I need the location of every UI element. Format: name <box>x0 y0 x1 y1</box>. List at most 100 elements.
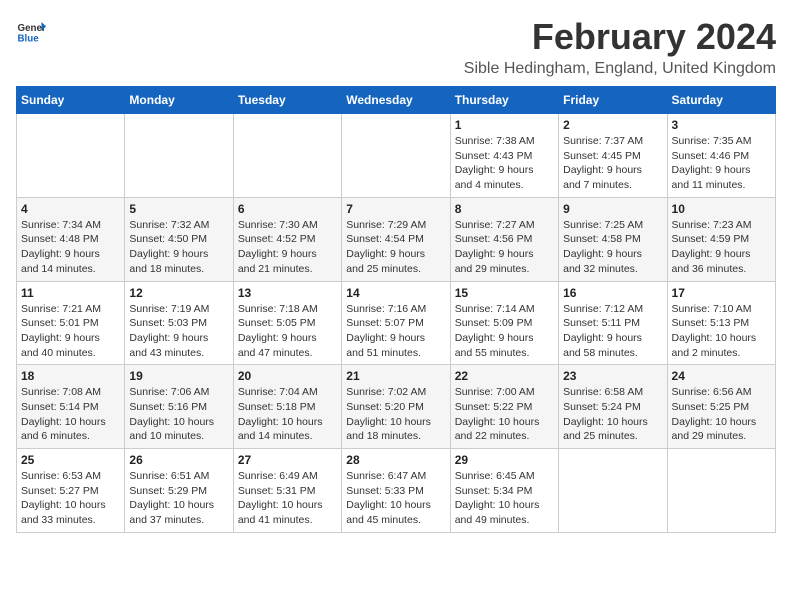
calendar-cell: 27 Sunrise: 6:49 AM Sunset: 5:31 PM Dayli… <box>233 449 341 533</box>
day-number: 11 <box>21 286 120 300</box>
day-number: 9 <box>563 202 662 216</box>
day-number: 13 <box>238 286 337 300</box>
calendar-cell: 24 Sunrise: 6:56 AM Sunset: 5:25 PM Dayli… <box>667 365 775 449</box>
calendar-cell: 21 Sunrise: 7:02 AM Sunset: 5:20 PM Dayli… <box>342 365 450 449</box>
calendar-week-row: 25Sunrise: 6:53 AM Sunset: 5:27 PM Dayli… <box>17 449 776 533</box>
title-section: February 2024 Sible Hedingham, England, … <box>464 16 776 78</box>
calendar-cell: 3 Sunrise: 7:35 AM Sunset: 4:46 PM Daylig… <box>667 114 775 198</box>
calendar-cell <box>233 114 341 198</box>
day-info: Sunrise: 7:06 AM Sunset: 5:16 PM Dayligh… <box>129 385 228 444</box>
calendar-cell: 4 Sunrise: 7:34 AM Sunset: 4:48 PM Daylig… <box>17 197 125 281</box>
day-number: 27 <box>238 453 337 467</box>
calendar-cell <box>667 449 775 533</box>
header-saturday: Saturday <box>667 87 775 114</box>
calendar-cell <box>125 114 233 198</box>
day-info: Sunrise: 7:19 AM Sunset: 5:03 PM Dayligh… <box>129 302 228 361</box>
calendar-cell: 19Sunrise: 7:06 AM Sunset: 5:16 PM Dayli… <box>125 365 233 449</box>
calendar-week-row: 11 Sunrise: 7:21 AM Sunset: 5:01 PM Dayli… <box>17 281 776 365</box>
day-info: Sunrise: 7:08 AM Sunset: 5:14 PM Dayligh… <box>21 385 120 444</box>
day-info: Sunrise: 6:56 AM Sunset: 5:25 PM Dayligh… <box>672 385 771 444</box>
day-info: Sunrise: 7:12 AM Sunset: 5:11 PM Dayligh… <box>563 302 662 361</box>
calendar-table: Sunday Monday Tuesday Wednesday Thursday… <box>16 86 776 533</box>
calendar-cell: 18 Sunrise: 7:08 AM Sunset: 5:14 PM Dayli… <box>17 365 125 449</box>
day-number: 3 <box>672 118 771 132</box>
logo-icon: General Blue <box>16 16 46 46</box>
day-number: 2 <box>563 118 662 132</box>
day-number: 14 <box>346 286 445 300</box>
header-sunday: Sunday <box>17 87 125 114</box>
header-friday: Friday <box>559 87 667 114</box>
calendar-cell: 12 Sunrise: 7:19 AM Sunset: 5:03 PM Dayli… <box>125 281 233 365</box>
calendar-cell: 17 Sunrise: 7:10 AM Sunset: 5:13 PM Dayli… <box>667 281 775 365</box>
calendar-body: 1 Sunrise: 7:38 AM Sunset: 4:43 PM Daylig… <box>17 114 776 533</box>
day-info: Sunrise: 7:04 AM Sunset: 5:18 PM Dayligh… <box>238 385 337 444</box>
header-tuesday: Tuesday <box>233 87 341 114</box>
logo: General Blue <box>16 16 46 46</box>
calendar-cell <box>559 449 667 533</box>
calendar-header: Sunday Monday Tuesday Wednesday Thursday… <box>17 87 776 114</box>
day-number: 20 <box>238 369 337 383</box>
day-info: Sunrise: 7:10 AM Sunset: 5:13 PM Dayligh… <box>672 302 771 361</box>
calendar-cell: 28 Sunrise: 6:47 AM Sunset: 5:33 PM Dayli… <box>342 449 450 533</box>
day-number: 4 <box>21 202 120 216</box>
day-number: 1 <box>455 118 554 132</box>
calendar-week-row: 18 Sunrise: 7:08 AM Sunset: 5:14 PM Dayli… <box>17 365 776 449</box>
calendar-subtitle: Sible Hedingham, England, United Kingdom <box>464 60 776 78</box>
day-info: Sunrise: 7:30 AM Sunset: 4:52 PM Dayligh… <box>238 218 337 277</box>
day-number: 8 <box>455 202 554 216</box>
calendar-cell <box>17 114 125 198</box>
day-info: Sunrise: 6:58 AM Sunset: 5:24 PM Dayligh… <box>563 385 662 444</box>
calendar-cell: 25Sunrise: 6:53 AM Sunset: 5:27 PM Dayli… <box>17 449 125 533</box>
day-number: 17 <box>672 286 771 300</box>
day-info: Sunrise: 7:02 AM Sunset: 5:20 PM Dayligh… <box>346 385 445 444</box>
header-monday: Monday <box>125 87 233 114</box>
day-info: Sunrise: 7:16 AM Sunset: 5:07 PM Dayligh… <box>346 302 445 361</box>
calendar-cell: 22Sunrise: 7:00 AM Sunset: 5:22 PM Dayli… <box>450 365 558 449</box>
day-info: Sunrise: 7:38 AM Sunset: 4:43 PM Dayligh… <box>455 134 554 193</box>
day-info: Sunrise: 6:49 AM Sunset: 5:31 PM Dayligh… <box>238 469 337 528</box>
calendar-week-row: 4 Sunrise: 7:34 AM Sunset: 4:48 PM Daylig… <box>17 197 776 281</box>
day-number: 28 <box>346 453 445 467</box>
day-info: Sunrise: 6:47 AM Sunset: 5:33 PM Dayligh… <box>346 469 445 528</box>
calendar-cell <box>342 114 450 198</box>
calendar-cell: 23 Sunrise: 6:58 AM Sunset: 5:24 PM Dayli… <box>559 365 667 449</box>
day-number: 16 <box>563 286 662 300</box>
calendar-cell: 26 Sunrise: 6:51 AM Sunset: 5:29 PM Dayli… <box>125 449 233 533</box>
calendar-cell: 9Sunrise: 7:25 AM Sunset: 4:58 PM Daylig… <box>559 197 667 281</box>
day-number: 21 <box>346 369 445 383</box>
header: General Blue February 2024 Sible Hedingh… <box>16 16 776 78</box>
day-number: 6 <box>238 202 337 216</box>
calendar-cell: 2Sunrise: 7:37 AM Sunset: 4:45 PM Daylig… <box>559 114 667 198</box>
calendar-week-row: 1 Sunrise: 7:38 AM Sunset: 4:43 PM Daylig… <box>17 114 776 198</box>
day-info: Sunrise: 7:32 AM Sunset: 4:50 PM Dayligh… <box>129 218 228 277</box>
header-wednesday: Wednesday <box>342 87 450 114</box>
day-info: Sunrise: 6:51 AM Sunset: 5:29 PM Dayligh… <box>129 469 228 528</box>
day-info: Sunrise: 6:53 AM Sunset: 5:27 PM Dayligh… <box>21 469 120 528</box>
calendar-cell: 5 Sunrise: 7:32 AM Sunset: 4:50 PM Daylig… <box>125 197 233 281</box>
header-thursday: Thursday <box>450 87 558 114</box>
day-info: Sunrise: 7:21 AM Sunset: 5:01 PM Dayligh… <box>21 302 120 361</box>
day-number: 5 <box>129 202 228 216</box>
day-info: Sunrise: 7:35 AM Sunset: 4:46 PM Dayligh… <box>672 134 771 193</box>
calendar-cell: 13 Sunrise: 7:18 AM Sunset: 5:05 PM Dayli… <box>233 281 341 365</box>
day-info: Sunrise: 6:45 AM Sunset: 5:34 PM Dayligh… <box>455 469 554 528</box>
day-number: 7 <box>346 202 445 216</box>
calendar-cell: 7Sunrise: 7:29 AM Sunset: 4:54 PM Daylig… <box>342 197 450 281</box>
day-info: Sunrise: 7:18 AM Sunset: 5:05 PM Dayligh… <box>238 302 337 361</box>
day-info: Sunrise: 7:23 AM Sunset: 4:59 PM Dayligh… <box>672 218 771 277</box>
day-number: 29 <box>455 453 554 467</box>
calendar-cell: 20 Sunrise: 7:04 AM Sunset: 5:18 PM Dayli… <box>233 365 341 449</box>
calendar-cell: 11 Sunrise: 7:21 AM Sunset: 5:01 PM Dayli… <box>17 281 125 365</box>
calendar-cell: 15 Sunrise: 7:14 AM Sunset: 5:09 PM Dayli… <box>450 281 558 365</box>
day-info: Sunrise: 7:34 AM Sunset: 4:48 PM Dayligh… <box>21 218 120 277</box>
day-info: Sunrise: 7:14 AM Sunset: 5:09 PM Dayligh… <box>455 302 554 361</box>
day-number: 12 <box>129 286 228 300</box>
day-number: 26 <box>129 453 228 467</box>
day-number: 23 <box>563 369 662 383</box>
header-row: Sunday Monday Tuesday Wednesday Thursday… <box>17 87 776 114</box>
day-number: 18 <box>21 369 120 383</box>
day-number: 10 <box>672 202 771 216</box>
calendar-cell: 14 Sunrise: 7:16 AM Sunset: 5:07 PM Dayli… <box>342 281 450 365</box>
day-number: 15 <box>455 286 554 300</box>
day-number: 24 <box>672 369 771 383</box>
